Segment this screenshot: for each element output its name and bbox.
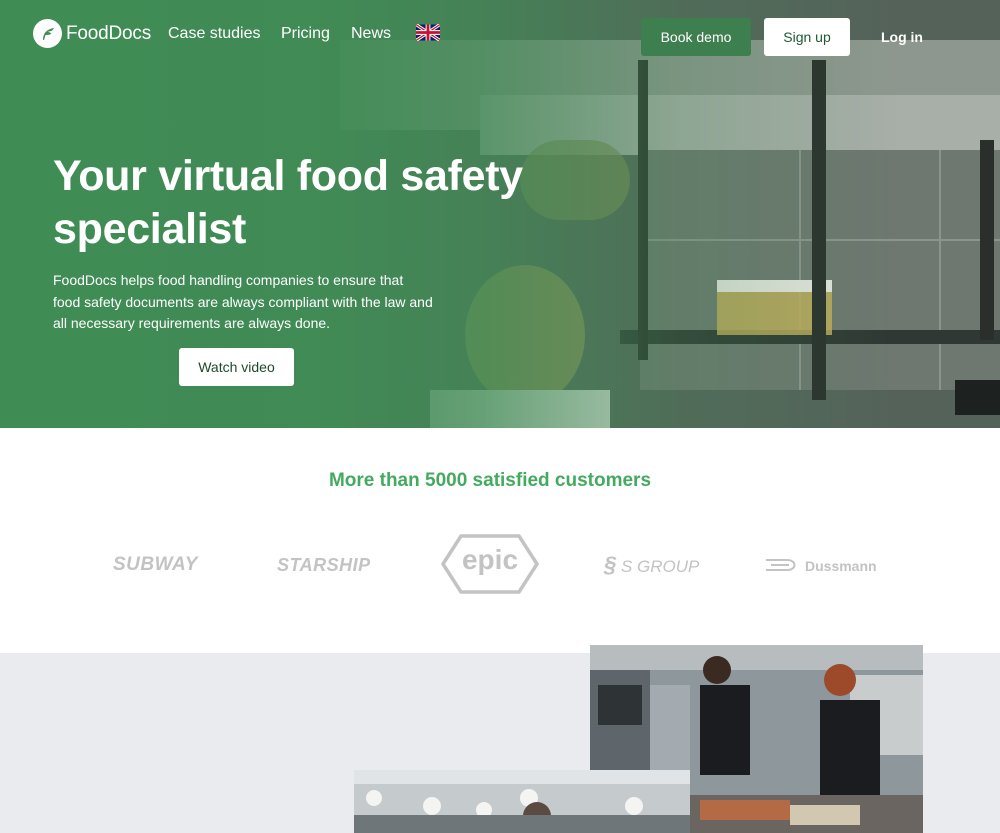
logo-text: FoodDocs [66, 22, 151, 44]
s-group-logo: S GROUP [621, 557, 700, 576]
starship-logo: STARSHIP [277, 555, 371, 575]
book-demo-button[interactable]: Book demo [641, 18, 751, 56]
fooddocs-leaf-icon [33, 19, 62, 48]
dussmann-mark-icon [766, 559, 796, 571]
watch-video-button[interactable]: Watch video [179, 348, 294, 386]
customers-heading: More than 5000 satisfied customers [328, 470, 652, 491]
nav-pricing[interactable]: Pricing [281, 25, 330, 43]
restaurant-interior-photo [354, 770, 690, 833]
hero-title: Your virtual food safety specialist [53, 152, 523, 253]
customer-logos: SUBWAY STARSHIP epic § S GROUP Dussmann [0, 528, 1000, 598]
top-navigation: FoodDocs Case studies Pricing News Book … [0, 0, 1000, 70]
dussmann-logo: Dussmann [805, 558, 877, 574]
fooddocs-logo[interactable]: FoodDocs [33, 19, 151, 48]
hero-description: FoodDocs helps food handling companies t… [53, 272, 433, 331]
sign-up-button[interactable]: Sign up [764, 18, 850, 56]
epic-logo: epic [461, 544, 519, 575]
uk-flag-icon[interactable] [416, 24, 440, 41]
nav-case-studies[interactable]: Case studies [168, 25, 261, 43]
log-in-button[interactable]: Log in [872, 18, 932, 56]
nav-news[interactable]: News [351, 25, 391, 43]
hero-section: FoodDocs Case studies Pricing News Book … [0, 0, 1000, 428]
s-group-mark-icon: § [604, 552, 617, 577]
subway-logo: SUBWAY [113, 554, 198, 575]
